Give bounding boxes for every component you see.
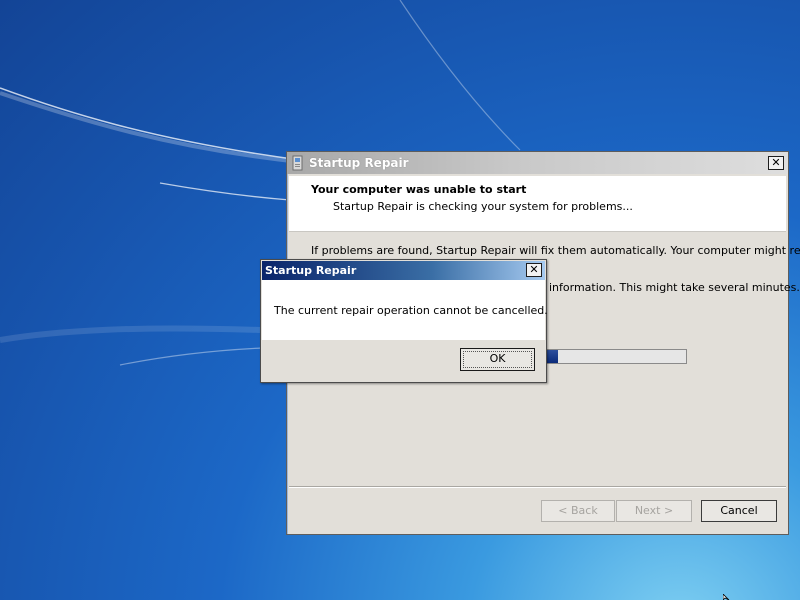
cancel-warning-dialog: Startup Repair ✕ The current repair oper… bbox=[260, 259, 548, 383]
next-button[interactable]: Next > bbox=[616, 500, 692, 522]
repair-progress-bar bbox=[539, 349, 687, 364]
wizard-header: Your computer was unable to start Startu… bbox=[289, 176, 786, 232]
ok-button[interactable]: OK bbox=[460, 348, 535, 371]
back-button[interactable]: < Back bbox=[541, 500, 615, 522]
header-title: Your computer was unable to start bbox=[311, 183, 527, 196]
dialog-body: The current repair operation cannot be c… bbox=[262, 280, 548, 340]
window-title-bar[interactable]: Startup Repair ✕ bbox=[287, 152, 788, 174]
close-icon[interactable]: ✕ bbox=[768, 156, 784, 170]
startup-repair-icon bbox=[292, 155, 303, 171]
dialog-title-bar[interactable]: Startup Repair ✕ bbox=[262, 261, 545, 280]
body-text-line1: If problems are found, Startup Repair wi… bbox=[311, 244, 800, 257]
button-separator bbox=[289, 486, 786, 488]
window-title: Startup Repair bbox=[309, 156, 409, 170]
mouse-pointer-icon bbox=[723, 594, 730, 600]
body-text-line2: information. This might take several min… bbox=[549, 281, 800, 294]
cancel-button[interactable]: Cancel bbox=[701, 500, 777, 522]
dialog-title: Startup Repair bbox=[265, 264, 357, 277]
dialog-message: The current repair operation cannot be c… bbox=[274, 304, 548, 317]
header-subtitle: Startup Repair is checking your system f… bbox=[333, 200, 633, 213]
close-icon[interactable]: ✕ bbox=[526, 263, 542, 277]
